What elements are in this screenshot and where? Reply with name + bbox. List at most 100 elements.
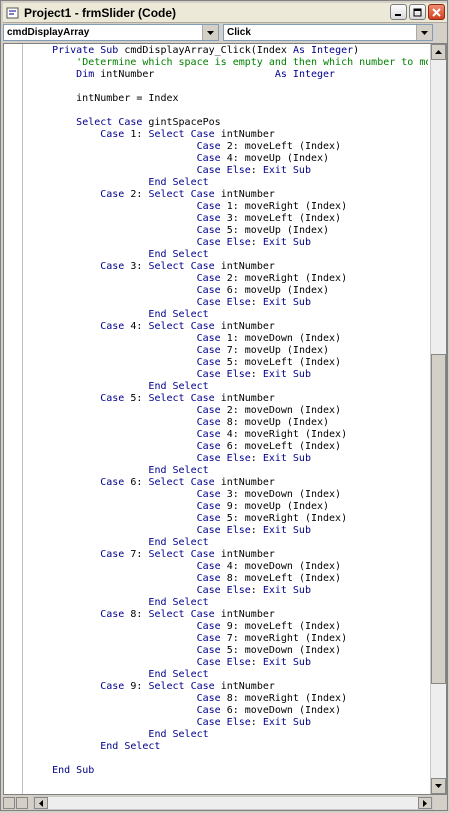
chevron-down-icon[interactable] <box>416 25 432 40</box>
code-line[interactable]: End Select <box>28 537 428 549</box>
code-line[interactable]: End Select <box>28 177 428 189</box>
minimize-button[interactable] <box>390 4 407 20</box>
close-button[interactable] <box>428 4 445 20</box>
scroll-up-button[interactable] <box>431 44 446 60</box>
scroll-down-button[interactable] <box>431 778 446 794</box>
code-line[interactable]: Dim intNumber As Integer <box>28 69 428 81</box>
code-keyword: Exit Sub <box>262 657 311 668</box>
code-line[interactable]: Private Sub cmdDisplayArray_Click(Index … <box>28 45 428 57</box>
code-line[interactable]: Case 5: moveLeft (Index) <box>28 357 428 369</box>
code-line[interactable]: Case Else: Exit Sub <box>28 657 428 669</box>
code-line[interactable]: Case 4: moveDown (Index) <box>28 561 428 573</box>
code-line[interactable]: Case 7: moveUp (Index) <box>28 345 428 357</box>
vertical-scrollbar[interactable] <box>430 44 446 794</box>
vertical-scroll-thumb[interactable] <box>431 354 446 684</box>
code-line[interactable]: Case 3: Select Case intNumber <box>28 261 428 273</box>
code-line[interactable]: End Select <box>28 597 428 609</box>
code-line[interactable]: Case 8: moveLeft (Index) <box>28 573 428 585</box>
code-text: 1: moveDown (Index) <box>220 333 342 344</box>
code-line[interactable]: Case 6: moveUp (Index) <box>28 285 428 297</box>
maximize-button[interactable] <box>409 4 426 20</box>
code-line[interactable]: Case 6: Select Case intNumber <box>28 477 428 489</box>
code-line[interactable]: End Select <box>28 249 428 261</box>
code-line[interactable]: End Select <box>28 741 428 753</box>
procedure-view-button[interactable] <box>3 797 15 809</box>
code-line[interactable]: End Select <box>28 669 428 681</box>
code-line[interactable]: End Sub <box>28 765 428 777</box>
code-line[interactable] <box>28 753 428 765</box>
chevron-down-icon[interactable] <box>202 25 218 40</box>
code-line[interactable]: Case 3: moveDown (Index) <box>28 489 428 501</box>
code-line[interactable]: Case 7: Select Case intNumber <box>28 549 428 561</box>
code-line[interactable]: Case 5: moveUp (Index) <box>28 225 428 237</box>
code-line[interactable]: Select Case gintSpacePos <box>28 117 428 129</box>
code-line[interactable]: Case 6: moveDown (Index) <box>28 705 428 717</box>
code-line[interactable]: Case 2: moveDown (Index) <box>28 405 428 417</box>
resize-grip-icon[interactable] <box>433 796 447 810</box>
code-line[interactable]: Case Else: Exit Sub <box>28 369 428 381</box>
code-keyword: As Integer <box>274 69 336 80</box>
code-text: 9: moveLeft (Index) <box>220 621 342 632</box>
scroll-right-button[interactable] <box>418 797 432 809</box>
horizontal-scrollbar[interactable] <box>33 796 433 810</box>
code-line[interactable]: End Select <box>28 309 428 321</box>
code-line[interactable]: Case Else: Exit Sub <box>28 237 428 249</box>
code-line[interactable]: End Select <box>28 465 428 477</box>
object-dropdown[interactable]: cmdDisplayArray <box>3 24 219 41</box>
code-line[interactable]: intNumber = Index <box>28 93 428 105</box>
code-line[interactable]: End Select <box>28 381 428 393</box>
object-dropdown-value: cmdDisplayArray <box>7 27 90 38</box>
margin-indicator-bar[interactable] <box>4 44 23 794</box>
code-line[interactable] <box>28 105 428 117</box>
code-line[interactable]: Case 9: moveLeft (Index) <box>28 621 428 633</box>
code-line[interactable]: Case 5: Select Case intNumber <box>28 393 428 405</box>
code-line[interactable]: Case 2: Select Case intNumber <box>28 189 428 201</box>
title-bar[interactable]: Project1 - frmSlider (Code) <box>3 3 447 23</box>
code-line[interactable]: Case Else: Exit Sub <box>28 297 428 309</box>
code-line[interactable]: Case 8: moveRight (Index) <box>28 693 428 705</box>
code-line[interactable]: Case Else: Exit Sub <box>28 525 428 537</box>
code-editor[interactable]: Private Sub cmdDisplayArray_Click(Index … <box>3 43 447 795</box>
code-line[interactable]: Case Else: Exit Sub <box>28 585 428 597</box>
code-line[interactable]: Case 1: moveRight (Index) <box>28 201 428 213</box>
code-line[interactable]: Case 9: moveUp (Index) <box>28 501 428 513</box>
code-line[interactable]: Case 1: moveDown (Index) <box>28 333 428 345</box>
code-line[interactable]: Case 3: moveLeft (Index) <box>28 213 428 225</box>
code-text: : <box>250 717 263 728</box>
code-line[interactable]: Case Else: Exit Sub <box>28 453 428 465</box>
code-keyword: Exit Sub <box>262 525 311 536</box>
scroll-left-button[interactable] <box>34 797 48 809</box>
code-line[interactable]: Case 8: moveUp (Index) <box>28 417 428 429</box>
code-line[interactable]: Case 5: moveRight (Index) <box>28 513 428 525</box>
code-line[interactable]: Case 1: Select Case intNumber <box>28 129 428 141</box>
code-line[interactable]: Case 5: moveDown (Index) <box>28 645 428 657</box>
code-line[interactable]: Case 7: moveRight (Index) <box>28 633 428 645</box>
procedure-dropdown[interactable]: Click <box>223 24 433 41</box>
full-module-view-button[interactable] <box>16 797 28 809</box>
code-keyword: As Integer <box>292 45 354 56</box>
code-line[interactable]: End Select <box>28 729 428 741</box>
code-text-area[interactable]: Private Sub cmdDisplayArray_Click(Index … <box>28 45 428 794</box>
arrow-up-icon <box>435 50 442 54</box>
code-line[interactable]: Case Else: Exit Sub <box>28 165 428 177</box>
code-line[interactable] <box>28 81 428 93</box>
code-line[interactable]: 'Determine which space is empty and then… <box>28 57 428 69</box>
code-line[interactable]: Case 4: moveRight (Index) <box>28 429 428 441</box>
code-line[interactable]: Case 2: moveLeft (Index) <box>28 141 428 153</box>
code-text: 7: moveRight (Index) <box>220 633 348 644</box>
code-line[interactable]: Case 2: moveRight (Index) <box>28 273 428 285</box>
code-line[interactable]: Case 8: Select Case intNumber <box>28 609 428 621</box>
code-line[interactable]: Case 6: moveLeft (Index) <box>28 441 428 453</box>
code-line[interactable]: Case 9: Select Case intNumber <box>28 681 428 693</box>
code-line[interactable]: Case 4: Select Case intNumber <box>28 321 428 333</box>
code-text: 7: moveUp (Index) <box>220 345 330 356</box>
code-line[interactable]: Case Else: Exit Sub <box>28 717 428 729</box>
code-line[interactable]: Case 4: moveUp (Index) <box>28 153 428 165</box>
